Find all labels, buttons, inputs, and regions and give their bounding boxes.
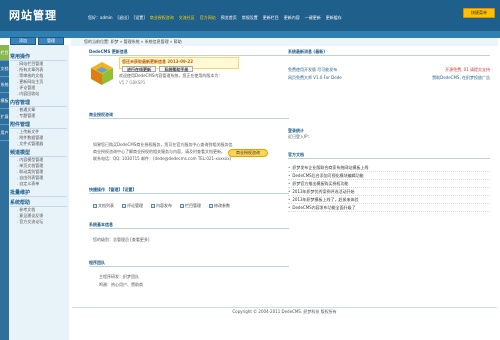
update-note: 欢迎使用DedeCMS内容管理系统，您正在使用的版本为： [119,73,223,78]
notice-link[interactable]: 网页免费大师 V1.0 For Dede [288,74,342,82]
quick-panel: 快捷操作 【管理】【设置】 [89,187,289,194]
product-logo-icon [91,62,113,85]
one-key-update-link[interactable]: 一键更新 [305,15,321,21]
site-logo: 网站管理 [9,9,57,22]
login-panel: 登录统计 近日登入IP： [288,128,490,140]
update-content-link[interactable]: 更新内容 [284,15,300,21]
quick-title: 快捷操作 【管理】【设置】 [89,187,289,194]
add-buttons: 添加 管理 [10,37,64,45]
quick-column[interactable]: 栏目管理 [180,203,201,209]
sysinfo-line: 您的级别：总管理员 [查看更多] [93,237,150,242]
sidebar: 栏目 文档 系统 模板 扩展 用户 常用操作网站栏目管理所有文章列表等审核的文档… [0,45,69,340]
sidebar-item[interactable]: 官方交流论坛 [10,219,67,225]
license-panel: 商业授权咨询 [89,112,289,119]
doc-list-icon [93,204,97,208]
quick-doc-list[interactable]: 文档列表 [93,203,114,209]
manage-button[interactable]: 管理 [38,37,64,45]
menu-section-title[interactable]: 批量维护 [10,189,67,197]
notice-title: 系统最新消息 (最新) [288,49,490,56]
docs-panel: 官方文档 织梦发布企业版联合商家系统网站模板上线DedeCMS后台添加可视化模块… [288,152,490,212]
news-panel: DedeCMS 更新信息 [89,49,289,56]
quick-publish[interactable]: 内容发布 [151,203,172,209]
update-card: 您还未获取最新更新信息 2013-09-22 进行在线更新 系统帮助手册 欢迎使… [89,57,289,112]
license-title: 商业授权咨询 [89,112,289,119]
license-link[interactable]: 商业授权咨询 [150,15,174,21]
add-button[interactable]: 添加 [10,37,36,45]
doc-news-item[interactable]: 织梦官方推出模板购买授权功能 [288,180,490,188]
preview-home-link[interactable]: 预览首页 [221,15,237,21]
notice-panel: 系统最新消息 (最新) 免费使用开发版 尽可能发布 开源免费, 01 请提交支持… [288,49,490,82]
update-cache-link[interactable]: 更新缓存 [326,15,342,21]
team-line-2: 鸣谢：热心用户、赞助商 [99,282,143,287]
docs-title: 官方文档 [288,152,490,159]
docs-list: 织梦发布企业版联合商家系统网站模板上线DedeCMS后台添加可视化模块编辑功能织… [288,164,490,212]
doc-news-item[interactable]: DedeCMS后台添加可视化模块编辑功能 [288,172,490,180]
breadcrumb: 您的当前位置: 织梦 » 管理系统 » 系统信息管理 » 帮助 [71,38,498,46]
team-line-1: 主程序研发：织梦团队 [99,274,139,279]
sidebar-item[interactable]: 内容回收站 [10,91,67,97]
team-panel: 程序团队 [89,260,289,267]
help-manual-button[interactable]: 系统帮助手册 [159,66,194,72]
top-header: 网站管理 您好：admin [退出] [设置] 商业授权咨询 交流社区 官方网站… [0,0,500,31]
quick-actions: 文档列表 评论管理 内容发布 栏目管理 修改参数 [93,203,230,209]
update-banner: 您还未获取最新更新信息 2013-09-22 进行在线更新 系统帮助手册 [119,57,239,72]
doc-news-item[interactable]: 2013年织梦模板上线了，赶紧来体验 [288,196,490,204]
quick-menu-button[interactable]: 快捷菜单 [463,8,495,18]
notice-row: 免费使用开发版 尽可能发布 开源免费, 01 请提交支持 [288,66,490,74]
official-site-link[interactable]: 官方网站 [200,15,216,21]
sidebar-item[interactable]: 专题管理 [10,113,67,119]
publish-icon [151,204,155,208]
notice-link[interactable]: 赞助DedeCMS, 在织梦投放广告 [432,74,490,82]
params-icon [209,204,213,208]
sidebar-item[interactable]: 自定义表单 [10,181,67,187]
vtab-column[interactable]: 栏目 [0,45,9,61]
update-column-link[interactable]: 更新栏目 [263,15,279,21]
vtab-template[interactable]: 模板 [0,93,9,109]
notice-link[interactable]: 开源免费, 01 请提交支持 [445,66,490,74]
doc-news-item[interactable]: 2013年织梦优秀案例评选活动开始 [288,188,490,196]
vtab-doc[interactable]: 文档 [0,61,9,77]
vtab-system[interactable]: 系统 [0,77,9,93]
menu-section-title[interactable]: 附件管理 [10,121,67,129]
quick-comment[interactable]: 评论管理 [122,203,143,209]
sysinfo-panel: 系统基本信息 [89,222,289,229]
vtab-user[interactable]: 用户 [0,125,9,141]
version-text: V5.7 GBKSP1 [119,80,146,85]
doc-news-item[interactable]: DedeCMS内容发布功能全面升级了 [288,204,490,212]
sysinfo-title: 系统基本信息 [89,222,289,229]
quick-params[interactable]: 修改参数 [209,203,230,209]
vertical-tabs: 栏目 文档 系统 模板 扩展 用户 [0,45,9,340]
login-sub: 近日登入IP： [288,134,312,139]
menu-section-title[interactable]: 系统帮助 [10,199,67,207]
team-title: 程序团队 [89,260,289,267]
settings-link[interactable]: [设置] [134,15,145,21]
license-consult-button[interactable]: 商业授权咨询 [228,149,268,157]
community-link[interactable]: 交流社区 [179,15,195,21]
general-settings-link[interactable]: 常规设置 [242,15,258,21]
menu-section-title[interactable]: 频道模型 [10,149,67,157]
footer: Copyright © 2004-2011 DedeCMS. 织梦科技 版权所有 [72,307,497,315]
sub-bar [0,31,500,38]
notice-link[interactable]: 免费使用开发版 尽可能发布 [288,66,337,74]
menu-section-title[interactable]: 内容管理 [10,99,67,107]
online-update-button[interactable]: 进行在线更新 [122,66,156,72]
top-links: 您好：admin [退出] [设置] 商业授权咨询 交流社区 官方网站 预览首页… [88,15,342,21]
logout-link[interactable]: [退出] [118,15,129,21]
vtab-extend[interactable]: 扩展 [0,109,9,125]
user-greeting: 您好：admin [88,15,113,20]
sidebar-menu: 常用操作网站栏目管理所有文章列表等审核的文档更新网站主页评论管理内容回收站内容管… [10,51,67,225]
comment-icon [122,204,126,208]
column-icon [180,204,184,208]
sidebar-item[interactable]: 文件式管理器 [10,141,67,147]
menu-section-title[interactable]: 常用操作 [10,53,67,61]
news-title: DedeCMS 更新信息 [89,49,289,56]
doc-news-item[interactable]: 织梦发布企业版联合商家系统网站模板上线 [288,164,490,172]
notice-row: 网页免费大师 V1.0 For Dede 赞助DedeCMS, 在织梦投放广告 [288,74,490,82]
